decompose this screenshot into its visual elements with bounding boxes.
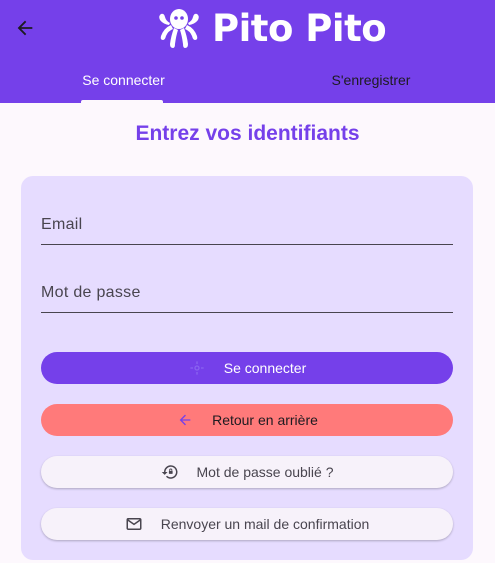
lock-reset-icon <box>161 463 179 481</box>
tab-indicator <box>81 100 163 103</box>
tab-login-label: Se connecter <box>82 72 165 88</box>
resend-confirmation-label: Renvoyer un mail de confirmation <box>160 516 370 532</box>
email-field-container <box>41 194 453 245</box>
arrow-left-icon <box>176 411 194 429</box>
resend-confirmation-button[interactable]: Renvoyer un mail de confirmation <box>41 508 453 540</box>
password-field[interactable] <box>41 284 453 302</box>
login-icon <box>188 359 206 377</box>
back-arrow-button[interactable] <box>10 13 40 43</box>
mail-icon <box>125 515 143 533</box>
forgot-password-label: Mot de passe oublié ? <box>196 464 334 480</box>
login-card: Se connecter Retour en arrière Mot de pa… <box>21 176 473 560</box>
login-button-label: Se connecter <box>223 360 307 376</box>
arrow-left-icon <box>17 20 33 36</box>
email-field[interactable] <box>41 216 453 234</box>
app-title: Pito Pito <box>212 6 387 50</box>
login-button[interactable]: Se connecter <box>41 352 453 384</box>
forgot-password-button[interactable]: Mot de passe oublié ? <box>41 456 453 488</box>
app-bar: Pito Pito Se connecter S'enregistrer <box>0 0 495 103</box>
back-button[interactable]: Retour en arrière <box>41 404 453 436</box>
tab-register-label: S'enregistrer <box>331 72 411 88</box>
app-logo: Pito Pito <box>158 6 387 50</box>
form-heading: Entrez vos identifiants <box>135 122 360 145</box>
back-button-label: Retour en arrière <box>212 412 318 428</box>
tab-login[interactable]: Se connecter <box>0 60 247 100</box>
tab-register[interactable]: S'enregistrer <box>247 60 495 100</box>
octopus-logo-icon <box>159 9 199 48</box>
password-field-container <box>41 262 453 313</box>
